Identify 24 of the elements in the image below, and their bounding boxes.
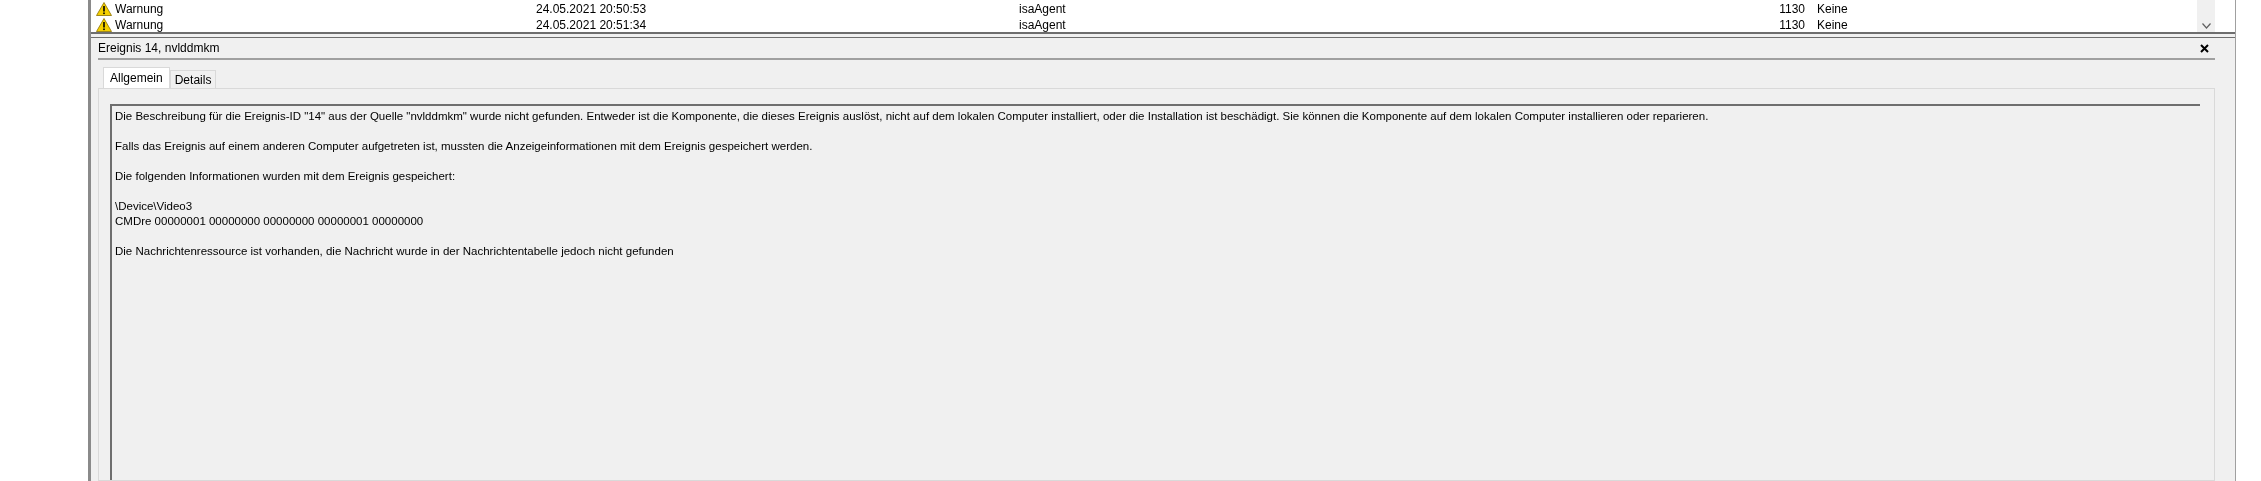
chevron-down-icon[interactable] [2201, 23, 2211, 29]
description-text: CMDre 00000001 00000000 00000000 00000001 00000000 [115, 214, 425, 229]
warning-icon [96, 2, 112, 16]
close-icon[interactable] [2200, 43, 2209, 53]
description-text: Die folgenden Informationen wurden mit dem Ereignis gespeichert: [115, 169, 457, 184]
warning-icon [96, 18, 112, 32]
scrollbar[interactable] [2197, 0, 2215, 32]
tab[interactable]: Details [169, 70, 217, 88]
panel-title: Ereignis 14, nvlddmkm [98, 40, 220, 57]
date-text: 24.05.2021 20:50:53 [536, 1, 648, 18]
description-text: \Device\Video3 [115, 199, 194, 214]
level-text: Warnung [115, 17, 164, 32]
level-text: Warnung [115, 1, 164, 18]
event-id-text: 1130 [1778, 1, 1805, 18]
description-text: Falls das Ereignis auf einem anderen Computer aufgetreten ist, mussten die Anzeigeinformationen mit dem Ereignis gespeichert werden. [115, 139, 814, 154]
date-text: 24.05.2021 20:51:34 [536, 17, 648, 32]
category-text: Keine [1817, 1, 1848, 18]
source-text: isaAgent [1019, 1, 1067, 18]
event-id-text: 1130 [1778, 17, 1805, 32]
tab[interactable]: Allgemein [103, 67, 170, 88]
description-text: Die Nachrichtenressource ist vorhanden, die Nachricht wurde in der Nachrichtentabelle jedoch nicht gefunden [115, 244, 675, 259]
source-text: isaAgent [1019, 17, 1067, 32]
category-text: Keine [1817, 17, 1848, 32]
description-text: Die Beschreibung für die Ereignis-ID "14" aus der Quelle "nvlddmkm" wurde nicht gefunden. Entweder ist die Komponente, die dieses Ereignis auslöst, nicht auf dem lokalen Computer installiert, oder die Installation ist beschädigt. Sie können die Komponente auf dem lokalen Computer installieren oder reparieren. [115, 109, 1710, 124]
